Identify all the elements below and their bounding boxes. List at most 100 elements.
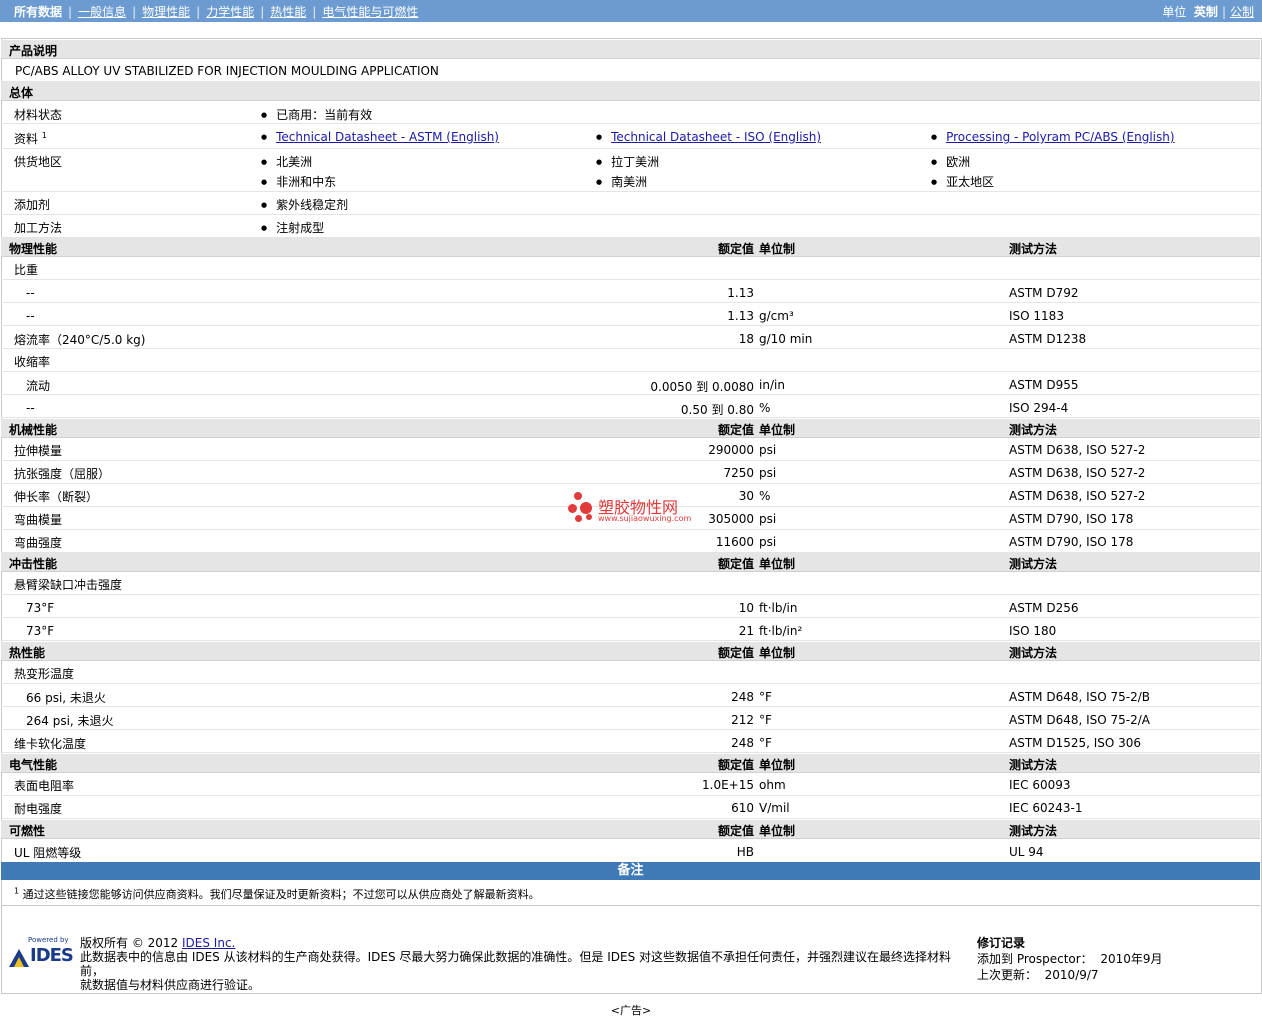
property-method: ASTM D790, ISO 178 bbox=[1009, 535, 1134, 549]
table-row: 弯曲强度 11600 psi ASTM D790, ISO 178 bbox=[1, 530, 1260, 553]
property-method: ASTM D1238 bbox=[1009, 332, 1087, 346]
table-row: 抗张强度（屈服） 7250 psi ASTM D638, ISO 527-2 bbox=[1, 461, 1260, 484]
revision-history: 修订记录 添加到 Prospector： 2010年9月 上次更新： 2010/… bbox=[977, 936, 1163, 982]
product-header-row: 产品说明 bbox=[1, 40, 1260, 59]
property-method: ASTM D955 bbox=[1009, 378, 1079, 392]
material-status-row: 材料状态 已商用：当前有效 bbox=[1, 101, 1260, 124]
table-row: 悬臂梁缺口冲击强度 bbox=[1, 572, 1260, 595]
property-unit: °F bbox=[759, 713, 772, 727]
property-label: 73°F bbox=[26, 624, 55, 638]
property-label: 悬臂梁缺口冲击强度 bbox=[14, 578, 123, 592]
property-unit: V/mil bbox=[759, 801, 790, 815]
property-method: UL 94 bbox=[1009, 845, 1044, 859]
property-value: 0.0050 到 0.0080 bbox=[650, 380, 754, 394]
property-method: ASTM D638, ISO 527-2 bbox=[1009, 466, 1146, 480]
nav-general-info[interactable]: 一般信息 bbox=[78, 5, 126, 19]
nav-physical[interactable]: 物理性能 bbox=[142, 5, 190, 19]
property-value: 610 bbox=[731, 801, 754, 815]
property-unit: g/10 min bbox=[759, 332, 813, 346]
property-value: 7250 bbox=[723, 466, 754, 480]
table-row: 熔流率（240°C/5.0 kg) 18 g/10 min ASTM D1238 bbox=[1, 326, 1260, 349]
property-value: 248 bbox=[731, 690, 754, 704]
table-row: 比重 bbox=[1, 257, 1260, 280]
table-row: 66 psi, 未退火 248 °F ASTM D648, ISO 75-2/B bbox=[1, 684, 1260, 707]
table-row: -- 1.13 g/cm³ ISO 1183 bbox=[1, 303, 1260, 326]
physical-header-row: 物理性能 额定值 单位制 测试方法 bbox=[1, 238, 1260, 257]
additive-value: 紫外线稳定剂 bbox=[261, 196, 348, 213]
col-unit-header: 单位制 bbox=[759, 242, 796, 256]
nav-thermal[interactable]: 热性能 bbox=[270, 5, 306, 19]
top-nav-bar: 所有数据 | 一般信息 | 物理性能 | 力学性能 | 热性能 | 电气性能与可燃性 单位 英制 | 公… bbox=[0, 0, 1262, 22]
processing-link[interactable]: Processing - Polyram PC/ABS (English) bbox=[946, 130, 1174, 144]
thermal-header: 热性能 bbox=[9, 646, 46, 660]
impact-header-row: 冲击性能 额定值 单位制 测试方法 bbox=[1, 553, 1260, 572]
property-method: ASTM D1525, ISO 306 bbox=[1009, 736, 1142, 750]
section-nav: 所有数据 | 一般信息 | 物理性能 | 力学性能 | 热性能 | 电气性能与可燃性 bbox=[14, 5, 419, 19]
table-row: 收缩率 bbox=[1, 349, 1260, 372]
property-value: 305000 bbox=[708, 512, 754, 526]
property-value: 1.13 bbox=[727, 286, 754, 300]
property-label: 维卡软化温度 bbox=[14, 737, 87, 751]
col-value-header: 额定值 bbox=[717, 242, 754, 256]
property-label: 73°F bbox=[26, 601, 55, 615]
table-row: 热变形温度 bbox=[1, 661, 1260, 684]
nav-mechanical[interactable]: 力学性能 bbox=[206, 5, 254, 19]
datasheet-iso-link[interactable]: Technical Datasheet - ISO (English) bbox=[611, 130, 821, 144]
col-unit-header: 单位制 bbox=[759, 646, 796, 660]
property-unit: % bbox=[759, 401, 771, 415]
property-label: 熔流率（240°C/5.0 kg) bbox=[14, 333, 146, 347]
property-value: 248 bbox=[731, 736, 754, 750]
property-method: IEC 60093 bbox=[1009, 778, 1071, 792]
property-value: 30 bbox=[738, 489, 754, 503]
property-method: ASTM D790, ISO 178 bbox=[1009, 512, 1134, 526]
table-row: 264 psi, 未退火 212 °F ASTM D648, ISO 75-2/… bbox=[1, 707, 1260, 730]
property-value: 21 bbox=[738, 624, 754, 638]
nav-electrical-flammability[interactable]: 电气性能与可燃性 bbox=[322, 5, 418, 19]
property-label: 收缩率 bbox=[14, 355, 51, 369]
datasheet-astm-link[interactable]: Technical Datasheet - ASTM (English) bbox=[276, 130, 499, 144]
flammability-header-row: 可燃性 额定值 单位制 测试方法 bbox=[1, 820, 1260, 839]
property-value: 11600 bbox=[715, 535, 754, 549]
property-unit: °F bbox=[759, 690, 772, 704]
property-value: 212 bbox=[731, 713, 754, 727]
product-description: PC/ABS ALLOY UV STABILIZED FOR INJECTION… bbox=[15, 64, 439, 78]
unit-english[interactable]: 英制 bbox=[1194, 5, 1218, 19]
property-value: 10 bbox=[738, 601, 754, 615]
table-row: 流动 0.0050 到 0.0080 in/in ASTM D955 bbox=[1, 372, 1260, 395]
property-unit: g/cm³ bbox=[759, 309, 794, 323]
col-value-header: 额定值 bbox=[717, 557, 754, 571]
property-unit: in/in bbox=[759, 378, 785, 392]
ides-inc-link[interactable]: IDES Inc. bbox=[182, 936, 235, 950]
property-label: -- bbox=[26, 286, 35, 300]
notes-row: 1 通过这些链接您能够访问供应商资料。我们尽量保证及时更新资料；不过您可以从供应… bbox=[1, 881, 1260, 906]
property-method: ASTM D648, ISO 75-2/A bbox=[1009, 713, 1150, 727]
property-label: 拉伸模量 bbox=[14, 444, 63, 458]
property-method: IEC 60243-1 bbox=[1009, 801, 1083, 815]
property-label: 264 psi, 未退火 bbox=[26, 714, 114, 728]
physical-header: 物理性能 bbox=[9, 242, 58, 256]
nav-all-data[interactable]: 所有数据 bbox=[14, 5, 62, 19]
electrical-header-row: 电气性能 额定值 单位制 测试方法 bbox=[1, 754, 1260, 773]
mechanical-header-row: 机械性能 额定值 单位制 测试方法 bbox=[1, 419, 1260, 438]
col-method-header: 测试方法 bbox=[1009, 646, 1058, 660]
supply-region-label: 供货地区 bbox=[14, 155, 63, 169]
property-value: 1.13 bbox=[727, 309, 754, 323]
resources-label: 资料 1 bbox=[14, 131, 47, 146]
property-unit: ohm bbox=[759, 778, 786, 792]
footer: Powered by IDES 版权所有 © 2012 IDES Inc. 此数… bbox=[1, 930, 1260, 992]
property-label: 耐电强度 bbox=[14, 802, 63, 816]
supply-region-item: 北美洲 bbox=[261, 153, 312, 170]
property-value: HB bbox=[736, 845, 754, 859]
col-unit-header: 单位制 bbox=[759, 758, 796, 772]
property-method: ASTM D638, ISO 527-2 bbox=[1009, 489, 1146, 503]
unit-metric-link[interactable]: 公制 bbox=[1230, 5, 1254, 19]
property-unit: ft·lb/in² bbox=[759, 624, 803, 638]
col-value-header: 额定值 bbox=[717, 423, 754, 437]
flammability-header: 可燃性 bbox=[9, 824, 46, 838]
table-row: -- 0.50 到 0.80 % ISO 294-4 bbox=[1, 395, 1260, 418]
property-label: 流动 bbox=[26, 379, 51, 393]
property-value: 0.50 到 0.80 bbox=[680, 403, 754, 417]
property-label: 弯曲模量 bbox=[14, 513, 63, 527]
table-row: 73°F 21 ft·lb/in² ISO 180 bbox=[1, 618, 1260, 641]
property-label: 热变形温度 bbox=[14, 667, 75, 681]
